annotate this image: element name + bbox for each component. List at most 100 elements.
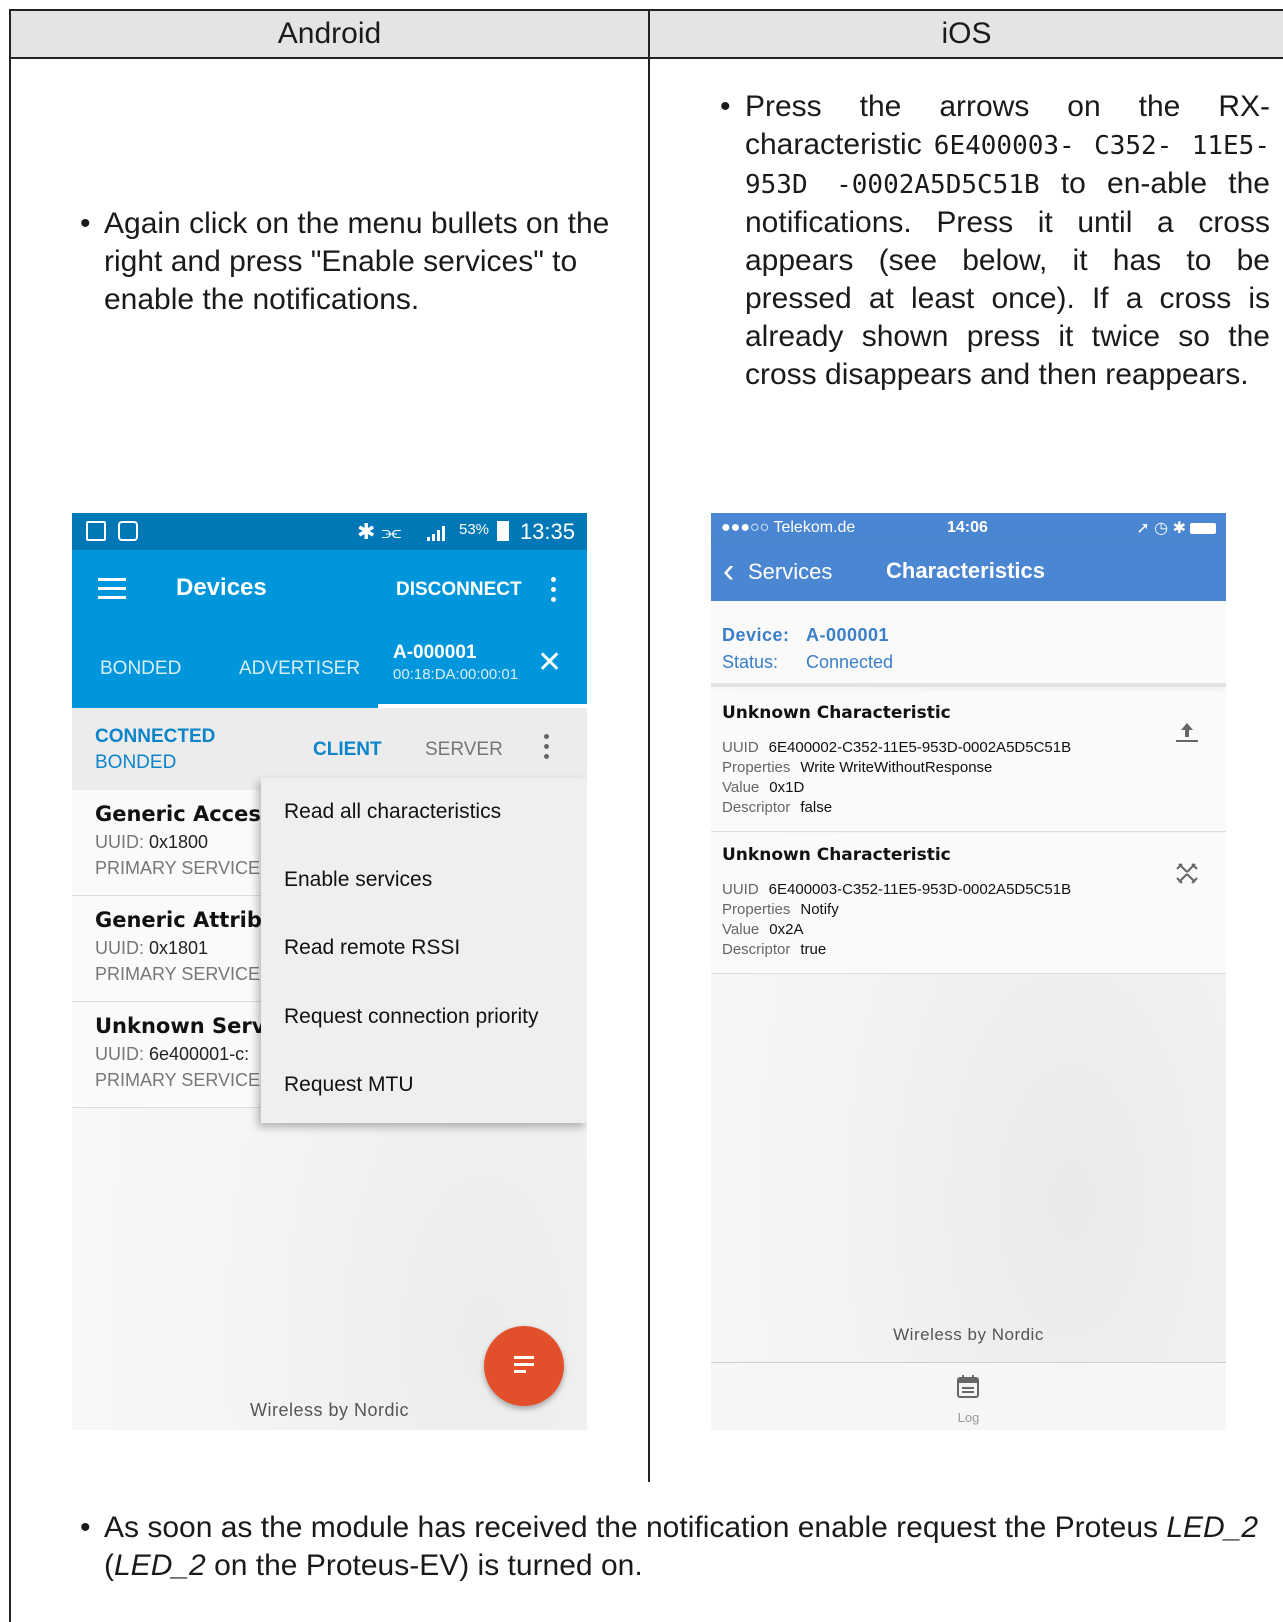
- overflow-menu-icon[interactable]: [551, 577, 557, 607]
- service-uuid: UUID: 0x1801: [95, 938, 208, 959]
- bullet-point: •: [80, 207, 91, 240]
- descriptor-value: true: [800, 941, 827, 958]
- tab-bonded[interactable]: BONDED: [100, 658, 181, 680]
- menu-item-enable-services[interactable]: Enable services: [284, 868, 432, 892]
- back-chevron-icon[interactable]: ‹: [723, 554, 734, 588]
- android-screenshot: ✱ ⫘ 53% 13:35 Devices DISCONNECT BONDED …: [72, 513, 587, 1430]
- uuid-value: 6E400002-C352-11E5-953D-0002A5D5C51B: [768, 739, 1072, 756]
- service-type: PRIMARY SERVICE: [95, 964, 261, 984]
- android-status-bar: ✱ ⫘ 53% 13:35: [72, 513, 587, 550]
- value-key: Value: [722, 921, 760, 938]
- close-icon[interactable]: ✕: [537, 648, 562, 678]
- bottom-note-part2: (: [104, 1549, 114, 1582]
- characteristic-properties: Properties Write WriteWithoutResponse: [722, 759, 992, 776]
- service-name: Generic Attribu: [95, 908, 277, 932]
- characteristic-uuid: UUID 6E400003-C352-11E5-953D-0002A5D5C51B: [722, 881, 1071, 898]
- battery-percent: 53%: [459, 521, 490, 538]
- properties-key: Properties: [722, 759, 791, 776]
- briefcase-icon: [118, 521, 138, 541]
- bottom-note-part3: on the Proteus-EV) is turned on.: [214, 1549, 643, 1582]
- menu-item-connection-priority[interactable]: Request connection priority: [284, 1005, 538, 1029]
- ios-navigation-bar: ‹ Services Characteristics: [711, 543, 1226, 601]
- value-value: 0x2A: [769, 921, 804, 938]
- header-ios: iOS: [941, 17, 992, 50]
- properties-key: Properties: [722, 901, 791, 918]
- signal-icon: [427, 526, 445, 541]
- back-button[interactable]: Services: [748, 559, 832, 585]
- characteristic-value: Value 0x1D: [722, 779, 804, 796]
- descriptor-key: Descriptor: [722, 799, 791, 816]
- android-instruction: Again click on the menu bullets on the r…: [104, 207, 610, 316]
- descriptor-value: false: [800, 799, 833, 816]
- properties-value: Write WriteWithoutResponse: [800, 759, 993, 776]
- characteristic-name: Unknown Characteristic: [722, 845, 951, 865]
- tab-device-name[interactable]: A-000001: [393, 642, 476, 664]
- led-name: LED_2: [1166, 1511, 1259, 1544]
- value-key: Value: [722, 779, 760, 796]
- menu-item-read-all[interactable]: Read all characteristics: [284, 800, 501, 824]
- status-time: 13:35: [519, 519, 575, 544]
- menu-item-request-mtu[interactable]: Request MTU: [284, 1073, 414, 1097]
- characteristic-name: Unknown Characteristic: [722, 703, 951, 723]
- status-icons: ➚ ◷ ✱: [1136, 520, 1186, 537]
- hamburger-menu-icon[interactable]: [98, 578, 126, 600]
- service-type: PRIMARY SERVICE: [95, 1070, 261, 1090]
- characteristic-descriptor: Descriptor false: [722, 799, 832, 816]
- header-android: Android: [277, 17, 382, 50]
- upload-arrow-icon[interactable]: [1174, 719, 1200, 745]
- device-info: Device: A-000001 Status: Connected: [711, 601, 1226, 687]
- uuid-key: UUID: [722, 739, 759, 756]
- uuid-key: UUID: [722, 881, 759, 898]
- footer-brand: Wireless by Nordic: [249, 1400, 410, 1420]
- battery-icon: [497, 521, 509, 541]
- characteristic-descriptor: Descriptor true: [722, 941, 826, 958]
- column-divider: [648, 9, 650, 1482]
- characteristic-row: Unknown Characteristic UUID 6E400003-C352…: [711, 833, 1226, 974]
- characteristic-uuid: UUID 6E400002-C352-11E5-953D-0002A5D5C51B: [722, 739, 1071, 756]
- status-time: 14:06: [947, 519, 988, 536]
- uuid-label: UUID:: [95, 832, 144, 852]
- footer-brand: Wireless by Nordic: [893, 1325, 1044, 1344]
- uuid-value: 6E400003-C352-11E5-953D-0002A5D5C51B: [768, 881, 1072, 898]
- bonded-label: BONDED: [95, 752, 177, 773]
- ios-screenshot: ●●●○○ Telekom.de 14:06 ➚ ◷ ✱ ‹ Services …: [711, 513, 1226, 1430]
- battery-icon: [1190, 523, 1216, 534]
- value-value: 0x1D: [769, 779, 805, 796]
- bottom-note-part1: As soon as the module has received the n…: [104, 1511, 1158, 1544]
- uuid-label: UUID:: [95, 938, 144, 958]
- tab-server[interactable]: SERVER: [425, 739, 503, 761]
- calendar-log-icon[interactable]: [956, 1373, 980, 1399]
- service-name: Generic Access: [95, 802, 274, 826]
- log-fab-button[interactable]: [484, 1326, 564, 1406]
- bullet-point: •: [80, 1511, 91, 1544]
- bullet-point: •: [720, 90, 731, 123]
- tab-device-mac: 00:18:DA:00:00:01: [393, 666, 519, 683]
- disconnect-button[interactable]: DISCONNECT: [396, 579, 522, 601]
- gallery-icon: [86, 521, 106, 541]
- device-label: Device:: [722, 625, 790, 645]
- service-type: PRIMARY SERVICE: [95, 858, 261, 878]
- services-menu-icon[interactable]: [544, 734, 550, 764]
- characteristic-properties: Properties Notify: [722, 901, 839, 918]
- led-name-ev: LED_2: [114, 1549, 206, 1582]
- tab-client[interactable]: CLIENT: [313, 739, 382, 761]
- tab-advertiser[interactable]: ADVERTISER: [239, 658, 360, 680]
- descriptor-key: Descriptor: [722, 941, 791, 958]
- bluetooth-icon: ✱ ⫘: [357, 519, 402, 544]
- notify-crossed-arrows-icon[interactable]: [1174, 861, 1200, 887]
- service-uuid: UUID: 6e400001-c:: [95, 1044, 249, 1065]
- android-tab-bar: BONDED ADVERTISER A-000001 00:18:DA:00:0…: [72, 628, 587, 708]
- uuid-value: 6e400001-c:: [149, 1044, 250, 1064]
- bottom-note: As soon as the module has received the n…: [104, 1509, 1264, 1585]
- log-list-icon: [514, 1356, 534, 1376]
- characteristic-row: Unknown Characteristic UUID 6E400002-C352…: [711, 691, 1226, 832]
- uuid-value: 0x1801: [149, 938, 209, 958]
- service-name: Unknown Servic: [95, 1014, 286, 1038]
- toolbar-title: Devices: [176, 574, 267, 601]
- menu-item-read-rssi[interactable]: Read remote RSSI: [284, 936, 460, 960]
- service-uuid: UUID: 0x1800: [95, 832, 208, 853]
- ios-tab-bar: Log: [711, 1362, 1226, 1430]
- tab-log[interactable]: Log: [711, 1410, 1226, 1425]
- ios-status-bar: ●●●○○ Telekom.de 14:06 ➚ ◷ ✱: [711, 513, 1226, 543]
- status-value: Connected: [806, 652, 894, 672]
